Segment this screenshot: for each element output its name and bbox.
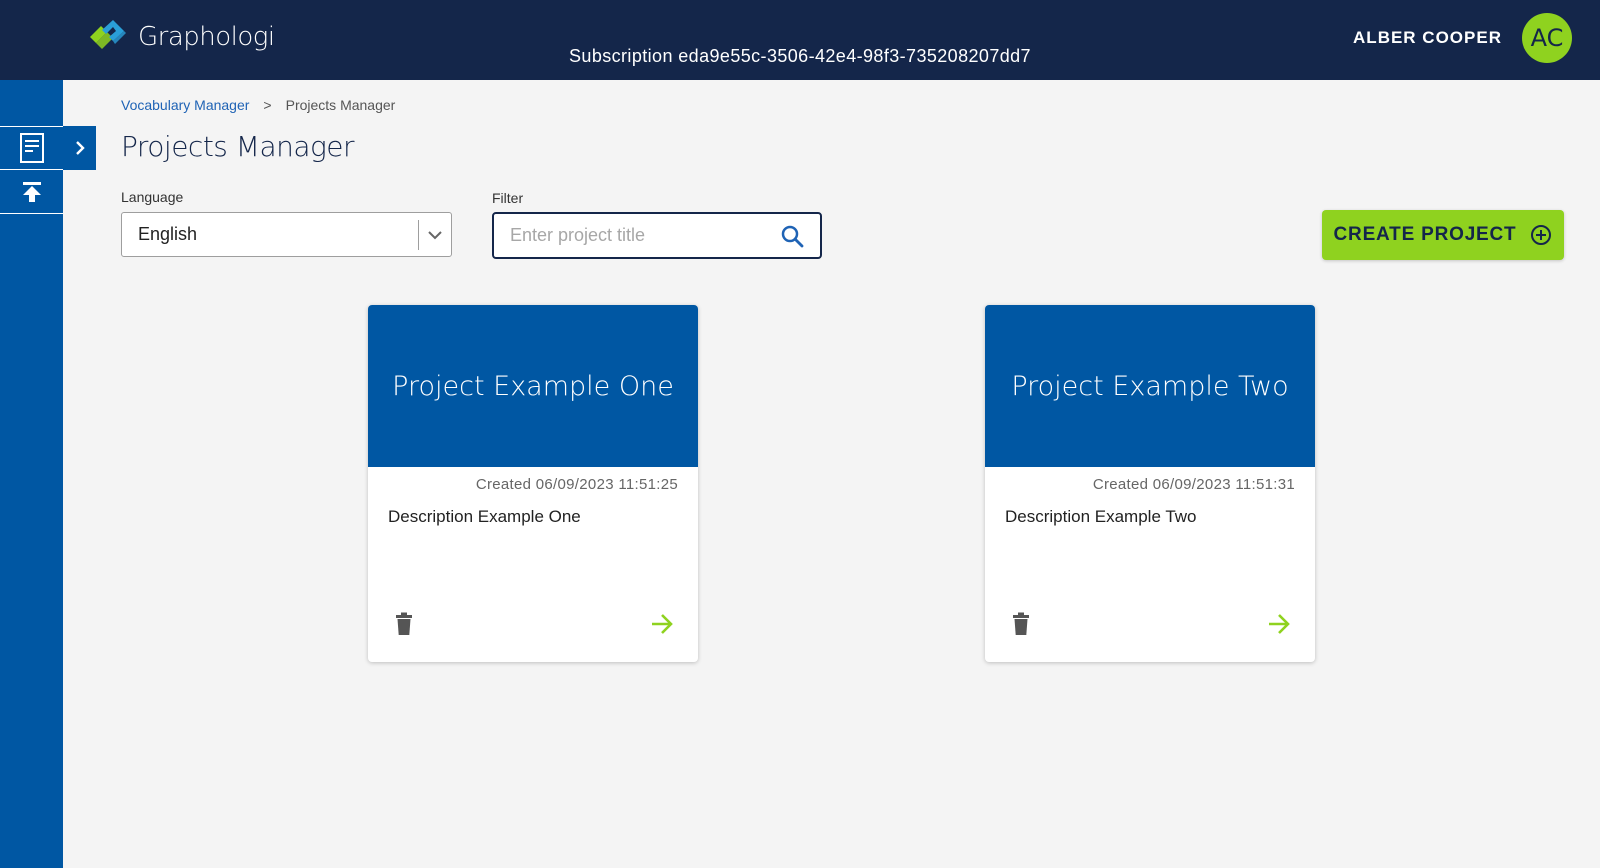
user-name[interactable]: ALBER COOPER — [1353, 28, 1502, 48]
project-created-date: Created 06/09/2023 11:51:25 — [475, 476, 678, 493]
language-value: English — [138, 224, 198, 244]
user-menu[interactable]: ALBER COOPER AC — [1353, 13, 1572, 63]
filter-label: Filter — [492, 190, 524, 206]
add-circle-icon — [1531, 225, 1552, 245]
filter-input[interactable] — [494, 225, 772, 246]
language-select[interactable]: English — [121, 212, 452, 257]
sidebar — [0, 80, 63, 868]
project-created-date: Created 06/09/2023 11:51:31 — [1092, 476, 1295, 493]
project-description: Description Example Two — [1005, 507, 1197, 526]
breadcrumb-vocabulary-manager[interactable]: Vocabulary Manager — [121, 97, 249, 113]
project-description: Description Example One — [388, 507, 581, 526]
create-project-label: CREATE PROJECT — [1333, 224, 1517, 245]
project-card-actions — [1011, 612, 1291, 636]
create-project-button[interactable]: CREATE PROJECT — [1322, 210, 1564, 260]
chevron-down-icon[interactable] — [419, 230, 451, 240]
top-bar: Graphologi Subscription eda9e55c-3506-42… — [0, 0, 1600, 80]
breadcrumb-separator: > — [263, 97, 272, 113]
project-card: Project Example One Created 06/09/2023 1… — [368, 305, 698, 662]
sidebar-expand-button[interactable] — [63, 126, 96, 170]
sidebar-document-button[interactable] — [0, 126, 63, 170]
document-icon — [19, 133, 44, 163]
project-card-actions — [394, 612, 674, 636]
filter-field[interactable] — [492, 212, 822, 259]
chevron-right-icon — [75, 141, 85, 155]
upload-icon — [22, 181, 41, 202]
page-title: Projects Manager — [121, 130, 355, 163]
project-card: Project Example Two Created 06/09/2023 1… — [985, 305, 1315, 662]
breadcrumb: Vocabulary Manager > Projects Manager — [121, 97, 395, 113]
project-card-title[interactable]: Project Example One — [368, 305, 698, 467]
search-icon[interactable] — [772, 224, 812, 248]
project-card-title[interactable]: Project Example Two — [985, 305, 1315, 467]
language-label: Language — [121, 189, 184, 205]
trash-icon[interactable] — [1011, 612, 1031, 636]
trash-icon[interactable] — [394, 612, 414, 636]
arrow-right-icon[interactable] — [650, 613, 674, 635]
sidebar-upload-button[interactable] — [0, 170, 63, 214]
avatar[interactable]: AC — [1522, 13, 1572, 63]
arrow-right-icon[interactable] — [1267, 613, 1291, 635]
breadcrumb-current: Projects Manager — [285, 97, 396, 113]
